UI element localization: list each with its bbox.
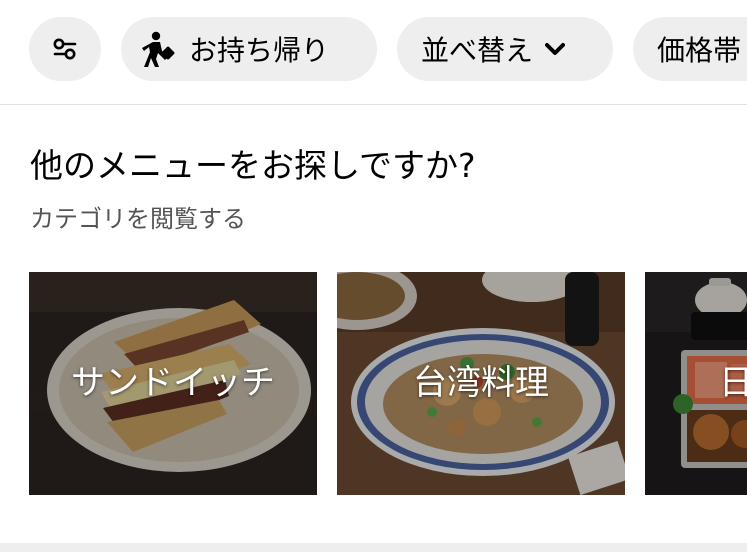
sort-label: 並べ替え [421, 34, 534, 67]
divider [0, 104, 747, 105]
walking-person-icon [141, 31, 175, 67]
price-range-chip[interactable]: 価格帯 [633, 17, 747, 81]
section-title: 他のメニューをお探しですか? [30, 146, 476, 185]
filter-settings-button[interactable] [29, 17, 101, 81]
filter-chip-row: お持ち帰り 並べ替え 価格帯 [0, 0, 747, 104]
price-range-label: 価格帯 [657, 34, 742, 67]
category-label: 台湾料理 [413, 363, 549, 403]
category-label: サンドイッチ [71, 363, 275, 403]
category-card-japanese[interactable]: 日 [645, 272, 747, 495]
category-card-taiwanese[interactable]: 台湾料理 [337, 272, 625, 495]
sort-dropdown[interactable]: 並べ替え [397, 17, 613, 81]
takeout-label: お持ち帰り [189, 34, 330, 67]
category-card-sandwich[interactable]: サンドイッチ [29, 272, 317, 495]
takeout-filter-chip[interactable]: お持ち帰り [121, 17, 377, 81]
sliders-icon [52, 37, 78, 61]
category-label: 日 [719, 363, 747, 403]
section-separator [0, 543, 747, 552]
page: お持ち帰り 並べ替え 価格帯 他のメニューをお探しですか? カテゴリを閲覧する [0, 0, 747, 552]
section-subtitle: カテゴリを閲覧する [30, 205, 246, 233]
chevron-down-icon [545, 42, 566, 56]
